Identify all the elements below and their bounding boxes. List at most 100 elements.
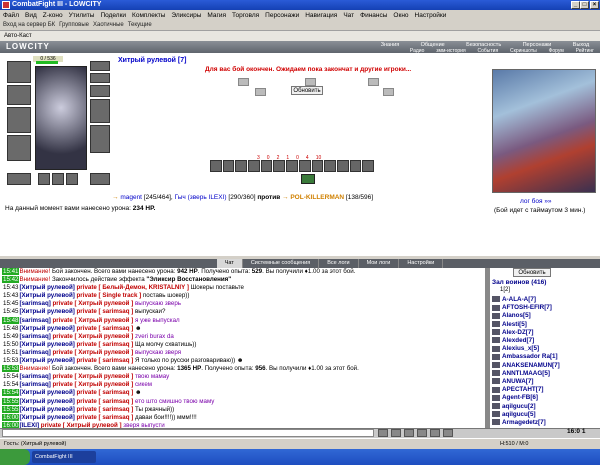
character-avatar[interactable] xyxy=(35,66,87,170)
attack-zone-icon[interactable] xyxy=(238,78,249,86)
skill-icon[interactable] xyxy=(298,160,311,172)
leg-zone-icon[interactable] xyxy=(383,88,394,96)
player-name[interactable]: AFTOSH-EFIR[7] xyxy=(502,304,552,311)
move-icon[interactable] xyxy=(301,174,315,184)
chat-text[interactable]: [Хитрый рулевой] xyxy=(19,325,74,332)
chat-text[interactable]: private [ sarimsaq ] xyxy=(75,341,134,348)
smile-icon[interactable] xyxy=(391,429,401,437)
weapon-slot[interactable] xyxy=(7,107,31,133)
menu-item[interactable]: Окно xyxy=(393,12,408,19)
chat-timestamp[interactable]: 15:45 xyxy=(2,300,19,307)
tab-settings[interactable]: Настройки xyxy=(399,259,444,268)
bag-slot-2[interactable] xyxy=(52,173,64,185)
skill-icon[interactable] xyxy=(336,160,349,172)
subnav-rating[interactable]: Рейтинг xyxy=(576,48,594,54)
menu-item[interactable]: Файл xyxy=(3,12,19,19)
autocast-label[interactable]: Авто-Каст xyxy=(4,33,32,39)
chat-timestamp[interactable]: 15:53 xyxy=(2,365,20,373)
quick-group-button[interactable]: Групповые xyxy=(59,22,89,28)
subnav-events[interactable]: События xyxy=(478,48,499,54)
chat-timestamp[interactable]: 16:00 xyxy=(2,413,20,421)
menu-item[interactable]: Поделки xyxy=(100,12,126,19)
chat-text[interactable]: private [ sarimsaq ] xyxy=(75,398,134,405)
skill-icon[interactable] xyxy=(210,160,222,172)
chat-text[interactable]: [sarimsaq] xyxy=(19,381,50,388)
start-button[interactable] xyxy=(0,449,30,465)
subnav-radio[interactable]: Радио xyxy=(410,48,424,54)
player-name[interactable]: Armagedetz[7] xyxy=(502,419,546,426)
chat-text[interactable]: [sarimsaq] xyxy=(19,349,50,356)
chat-timestamp[interactable]: 15:51 xyxy=(2,349,19,356)
menu-item[interactable]: Z-коно xyxy=(43,12,63,19)
refresh-button[interactable]: Обновить xyxy=(291,86,323,95)
chat-text[interactable]: private [ sarimsaq ] xyxy=(75,406,134,413)
chat-text[interactable]: [sarimsaq] xyxy=(19,333,50,340)
skill-icon[interactable] xyxy=(362,160,374,172)
chat-timestamp[interactable]: 15:48 xyxy=(2,316,20,324)
player-name[interactable]: Agent-FB[6] xyxy=(502,394,538,401)
tab-my-logs[interactable]: Мои логи xyxy=(359,259,400,268)
fighter-3[interactable]: POL-KILLERMAN xyxy=(290,194,344,201)
amulet-slot[interactable] xyxy=(90,73,110,83)
boots-slot[interactable] xyxy=(90,173,110,185)
leggings-slot[interactable] xyxy=(90,125,110,153)
online-player[interactable]: Armagedetz[7] xyxy=(492,419,546,428)
skill-icon[interactable] xyxy=(235,160,248,172)
player-name[interactable]: АРЕСТАНТ[7] xyxy=(502,386,543,393)
chat-text[interactable]: private [ sarimsaq ] xyxy=(75,389,134,396)
tab-all-logs[interactable]: Все логи xyxy=(319,259,359,268)
quick-current-button[interactable]: Текущие xyxy=(128,22,152,28)
shield-slot[interactable] xyxy=(90,99,110,123)
helmet-slot[interactable] xyxy=(7,61,31,83)
player-name[interactable]: ANUWA[7] xyxy=(502,378,533,385)
filter-icon[interactable] xyxy=(417,429,427,437)
chat-timestamp[interactable]: 15:54 xyxy=(2,389,20,397)
chat-text[interactable]: private [ Белый-Демон, KRISTALNIY ] xyxy=(75,284,189,291)
subnav-history[interactable]: змм-история xyxy=(436,48,465,54)
translit-icon[interactable] xyxy=(430,429,440,437)
chat-timestamp[interactable]: 15:54 xyxy=(2,381,19,388)
fighter-1[interactable]: magent xyxy=(120,194,142,201)
chat-timestamp[interactable]: 15:43 xyxy=(2,284,19,291)
chat-text[interactable]: [Хитрый рулевой] xyxy=(19,341,74,348)
player-name[interactable]: Alex-DZ[7] xyxy=(502,329,534,336)
maximize-icon[interactable]: □ xyxy=(580,1,589,9)
menu-item[interactable]: Торговля xyxy=(232,12,259,19)
chat-timestamp[interactable]: 15:48 xyxy=(2,325,19,332)
chat-input[interactable] xyxy=(2,429,374,437)
quick-login-button[interactable]: Вход на сервер БК xyxy=(3,22,55,28)
chat-text[interactable]: private [ Хитрый рулевой ] xyxy=(51,317,134,324)
chat-text[interactable]: private [ Хитрый рулевой ] xyxy=(51,381,134,388)
chat-text[interactable]: [Хитрый рулевой] xyxy=(19,389,74,396)
chat-timestamp[interactable]: 15:43 xyxy=(2,292,19,299)
skill-icon[interactable] xyxy=(260,160,273,172)
tab-system[interactable]: Системные сообщения xyxy=(243,259,320,268)
chat-text[interactable]: private [ sarimsaq ] xyxy=(75,308,134,315)
chat-timestamp[interactable]: 15:49 xyxy=(2,333,19,340)
chat-text[interactable]: private [ Хитрый рулевой ] xyxy=(51,333,134,340)
menu-item[interactable]: Вид xyxy=(25,12,37,19)
skill-icon[interactable] xyxy=(286,160,298,172)
chat-text[interactable]: private [ Хитрый рулевой ] xyxy=(51,300,134,307)
subnav-forum[interactable]: Форум xyxy=(549,48,564,54)
player-name[interactable]: aqilgucu[2] xyxy=(502,403,536,410)
menu-item[interactable]: Настройки xyxy=(415,12,447,19)
chat-text[interactable]: private [ sarimsaq ] xyxy=(75,414,134,421)
player-name[interactable]: aqilgucu[5] xyxy=(502,411,536,418)
menu-item[interactable]: Комплекты xyxy=(132,12,165,19)
chat-log[interactable]: 15:41Внимание! Бой закончен. Всего вами … xyxy=(0,268,485,428)
chat-timestamp[interactable]: 15:41 xyxy=(2,268,20,275)
skill-icon[interactable] xyxy=(349,160,362,172)
player-name[interactable]: ANAKSENAMUN[7] xyxy=(502,362,560,369)
menu-item[interactable]: Навигация xyxy=(305,12,337,19)
chat-text[interactable]: [Хитрый рулевой] xyxy=(19,284,74,291)
player-name[interactable]: Alexded[7] xyxy=(502,337,534,344)
skill-icon[interactable] xyxy=(311,160,324,172)
menu-item[interactable]: Персонажи xyxy=(265,12,299,19)
tab-chat[interactable]: Чат xyxy=(216,259,243,268)
player-name[interactable]: A-ALA-A[7] xyxy=(502,296,536,303)
chat-text[interactable]: [sarimsaq] xyxy=(19,373,50,380)
player-name[interactable]: Alesti[5] xyxy=(502,321,527,328)
menu-item[interactable]: Финансы xyxy=(360,12,387,19)
bag-slot-1[interactable] xyxy=(38,173,50,185)
